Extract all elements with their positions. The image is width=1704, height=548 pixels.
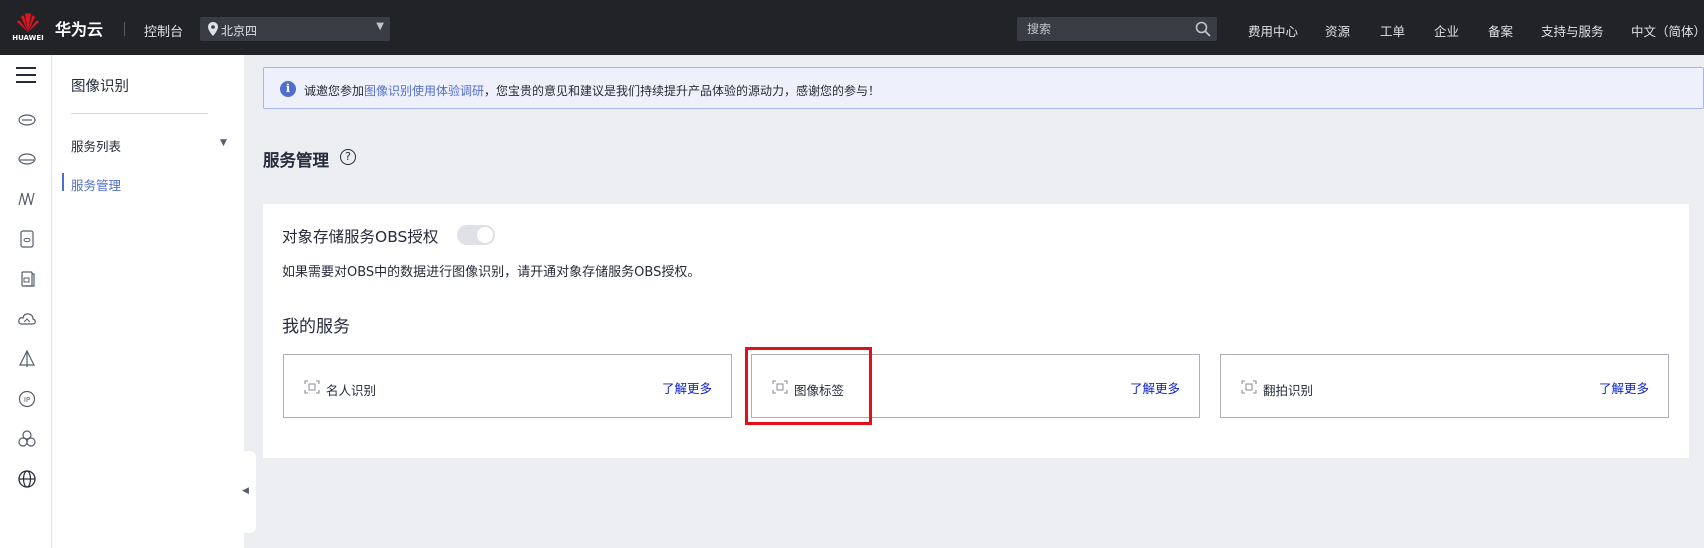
cluster-icon[interactable]	[17, 429, 37, 449]
learn-more-link[interactable]: 了解更多	[1130, 378, 1180, 397]
location-pin-icon	[208, 22, 218, 36]
logo-text: HUAWEI	[12, 34, 44, 42]
toggle-knob	[477, 227, 493, 243]
menu-icon[interactable]	[16, 67, 36, 83]
globe-icon[interactable]	[17, 469, 37, 489]
brand-name[interactable]: 华为云	[55, 16, 103, 40]
notice-prefix: 诚邀您参加	[304, 84, 365, 98]
search-box[interactable]	[1017, 17, 1217, 41]
help-icon[interactable]: ?	[340, 149, 356, 165]
sidebar-group-service-list[interactable]: 服务列表	[71, 136, 121, 155]
database-icon[interactable]	[17, 149, 37, 169]
divider	[124, 22, 125, 36]
nav-resources[interactable]: 资源	[1325, 21, 1350, 40]
image-recognition-icon	[1241, 380, 1257, 394]
service-name: 名人识别	[326, 383, 377, 398]
chevron-down-icon: ▼	[376, 21, 384, 32]
search-input[interactable]	[1017, 17, 1187, 41]
obs-auth-description: 如果需要对OBS中的数据进行图像识别，请开通对象存储服务OBS授权。	[282, 265, 701, 280]
service-rail: IP	[0, 55, 52, 548]
language-selector[interactable]: 中文（简体）	[1631, 21, 1704, 40]
survey-link[interactable]: 图像识别使用体验调研	[364, 84, 484, 98]
ai-icon[interactable]	[17, 189, 37, 209]
chevron-down-icon[interactable]: ▼	[220, 138, 227, 148]
image-recognition-icon	[304, 380, 320, 394]
service-item-recapture[interactable]: 翻拍识别 了解更多	[1220, 354, 1669, 418]
bookmark-icon[interactable]	[17, 269, 37, 289]
notice-text: 诚邀您参加图像识别使用体验调研，您宝贵的意见和建议是我们持续提升产品体验的源动力…	[304, 82, 880, 99]
cloud-icon[interactable]	[17, 309, 37, 329]
region-label: 北京四	[221, 24, 258, 38]
obs-auth-toggle[interactable]	[457, 225, 495, 245]
sidebar-item-service-management[interactable]: 服务管理	[71, 175, 121, 194]
active-indicator	[62, 173, 64, 191]
nav-tickets[interactable]: 工单	[1380, 21, 1405, 40]
huawei-logo[interactable]: HUAWEI	[11, 12, 45, 46]
ip-icon[interactable]: IP	[17, 389, 37, 409]
page-title: 服务管理	[263, 151, 329, 170]
learn-more-link[interactable]: 了解更多	[662, 378, 712, 397]
nav-billing-center[interactable]: 费用中心	[1248, 21, 1298, 40]
obs-auth-label: 对象存储服务OBS授权	[282, 228, 439, 246]
cloud-server-icon[interactable]	[17, 109, 37, 129]
search-icon[interactable]	[1195, 21, 1211, 37]
survey-notice: i 诚邀您参加图像识别使用体验调研，您宝贵的意见和建议是我们持续提升产品体验的源…	[263, 67, 1704, 109]
network-icon[interactable]	[17, 349, 37, 369]
my-services-heading: 我的服务	[282, 317, 350, 337]
svg-text:IP: IP	[24, 396, 30, 404]
nav-support[interactable]: 支持与服务	[1541, 21, 1604, 40]
sidebar-title: 图像识别	[71, 79, 129, 95]
service-name: 翻拍识别	[1263, 383, 1314, 398]
collapse-sidebar-button[interactable]: ◀	[236, 451, 256, 533]
region-selector[interactable]: 北京四 ▼	[200, 17, 390, 41]
highlight-box	[745, 347, 872, 425]
service-item-celebrity[interactable]: 名人识别 了解更多	[283, 354, 732, 418]
console-link[interactable]: 控制台	[144, 21, 183, 40]
storage-icon[interactable]	[17, 229, 37, 249]
nav-enterprise[interactable]: 企业	[1434, 21, 1459, 40]
top-bar: HUAWEI 华为云 控制台 北京四 ▼ 费用中心 资源 工单 企业 备案 支持…	[0, 0, 1704, 55]
info-icon: i	[280, 81, 296, 97]
notice-suffix: ，您宝贵的意见和建议是我们持续提升产品体验的源动力，感谢您的参与！	[484, 84, 881, 98]
huawei-logo-icon	[17, 13, 39, 32]
chevron-left-icon: ◀	[242, 486, 249, 496]
divider	[71, 113, 208, 114]
nav-icp-filing[interactable]: 备案	[1488, 21, 1513, 40]
service-sidebar: 图像识别 服务列表 ▼ 服务管理	[52, 55, 244, 548]
learn-more-link[interactable]: 了解更多	[1599, 378, 1649, 397]
